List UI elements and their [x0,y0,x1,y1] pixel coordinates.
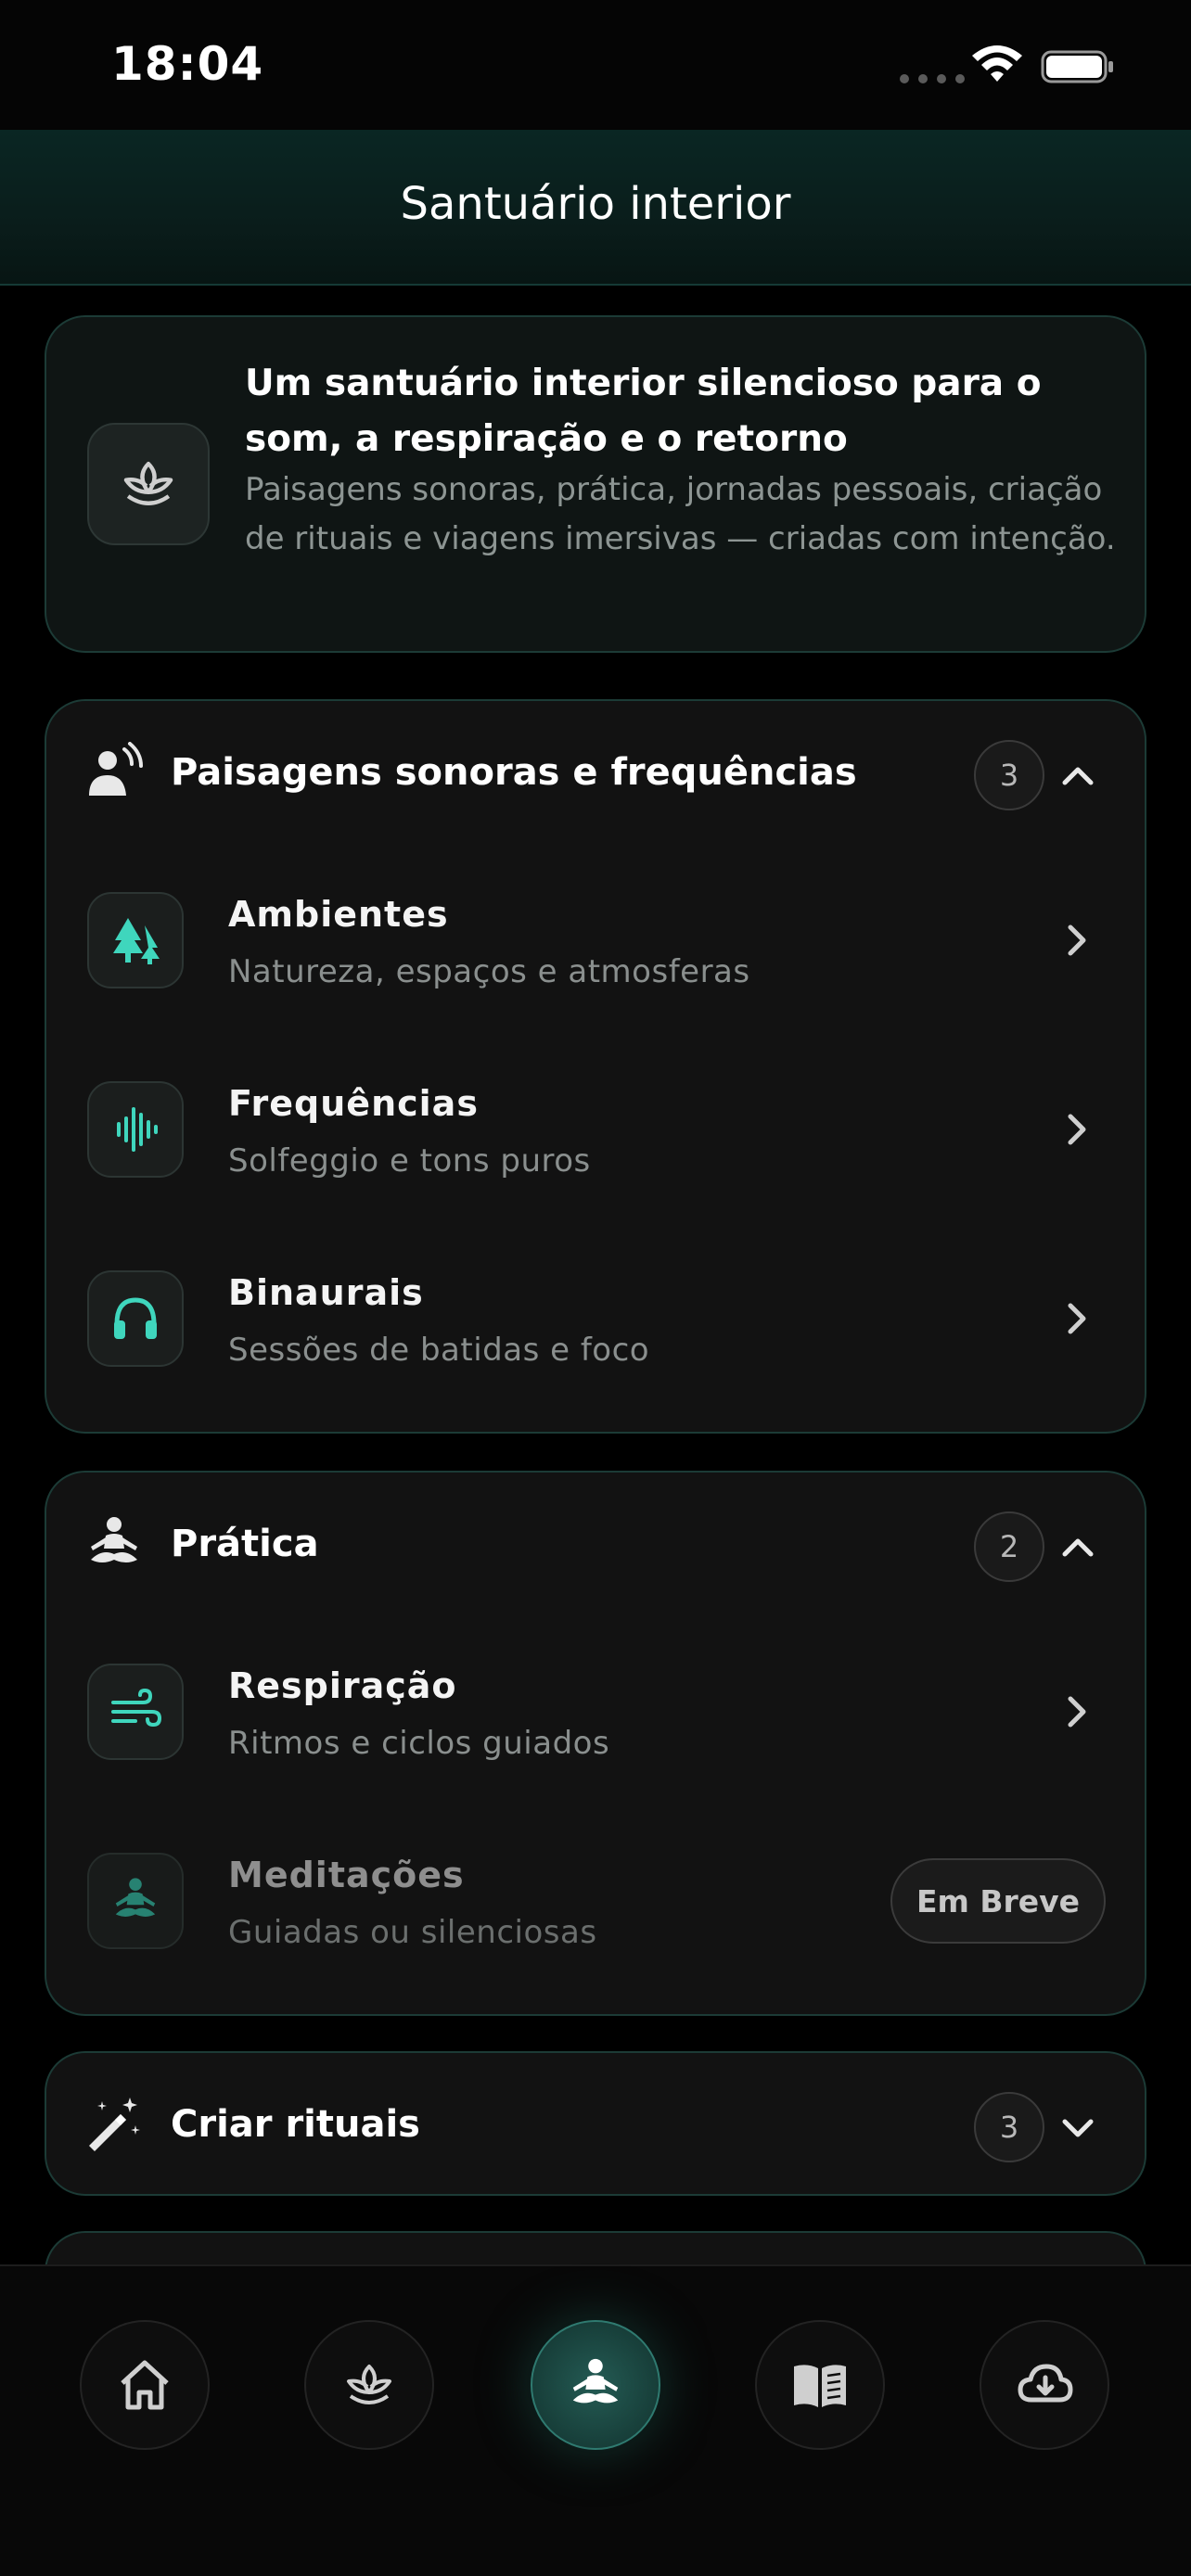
wifi-icon [972,45,1022,82]
meditation-icon [572,2358,619,2404]
trees-icon [87,892,184,988]
intro-title: Um santuário interior silencioso para o … [245,363,1042,460]
nav-practice-button[interactable] [531,2320,660,2450]
item-subtitle: Solfeggio e tons puros [228,1142,591,1180]
headphones-icon [87,1270,184,1367]
magic-wand-icon [89,2098,140,2151]
list-item-frequencias[interactable]: Frequências Solfeggio e tons puros [46,1035,1145,1224]
section-rituals[interactable]: Criar rituais 3 [45,2051,1146,2196]
section-header-soundscapes[interactable]: Paisagens sonoras e frequências 3 [46,701,1145,846]
section-practice: Prática 2 Respiração Ritmos e ciclos gui… [45,1471,1146,2016]
bottom-nav [0,2264,1191,2576]
app-header: Santuário interior [0,130,1191,286]
item-title: Respiração [228,1665,457,1706]
signal-icon [900,74,965,83]
count-badge: 3 [974,740,1044,810]
item-title: Meditações [228,1855,465,1895]
item-subtitle: Sessões de batidas e foco [228,1332,650,1369]
chevron-up-icon[interactable] [1057,755,1098,796]
section-title: Criar rituais [171,2103,420,2146]
item-subtitle: Ritmos e ciclos guiados [228,1725,610,1762]
section-header-practice[interactable]: Prática 2 [46,1473,1145,1617]
list-item-meditacoes: Meditações Guiadas ou silenciosas Em Bre… [46,1806,1145,1996]
item-subtitle: Natureza, espaços e atmosferas [228,953,750,990]
section-soundscapes: Paisagens sonoras e frequências 3 Ambien… [45,699,1146,1434]
battery-icon [1041,50,1113,83]
home-icon [121,2360,169,2410]
page-title: Santuário interior [400,178,791,230]
chevron-right-icon [1068,1303,1086,1334]
count-badge: 3 [974,2092,1044,2162]
waveform-icon [87,1081,184,1178]
chevron-right-icon [1068,925,1086,956]
section-title: Prática [171,1523,319,1565]
chevron-right-icon [1068,1696,1086,1728]
nav-library-button[interactable] [755,2320,885,2450]
chevron-right-icon [1068,1114,1086,1145]
nav-sanctuary-button[interactable] [304,2320,434,2450]
section-header-rituals[interactable]: Criar rituais 3 [46,2053,1145,2198]
nav-home-button[interactable] [80,2320,210,2450]
count-badge: 2 [974,1511,1044,1582]
section-title: Paisagens sonoras e frequências [171,751,857,794]
list-item-respiracao[interactable]: Respiração Ritmos e ciclos guiados [46,1617,1145,1806]
item-title: Ambientes [228,894,449,935]
meditation-icon [91,1517,137,1562]
status-time: 18:04 [111,37,264,91]
item-title: Frequências [228,1083,479,1124]
item-subtitle: Guiadas ou silenciosas [228,1914,597,1951]
chevron-down-icon[interactable] [1057,2107,1098,2148]
list-item-binaurais[interactable]: Binaurais Sessões de batidas e foco [46,1224,1145,1413]
intro-description: Paisagens sonoras, prática, jornadas pes… [245,471,1116,557]
wind-icon [87,1664,184,1760]
intro-card: Um santuário interior silencioso para o … [45,315,1146,653]
status-bar: 18:04 [0,0,1191,130]
nav-downloads-button[interactable] [980,2320,1109,2450]
chevron-up-icon[interactable] [1057,1526,1098,1567]
item-title: Binaurais [228,1272,424,1313]
book-icon [794,2365,846,2407]
person-sound-icon [89,742,143,796]
coming-soon-badge: Em Breve [890,1858,1106,1944]
lotus-icon [347,2365,391,2404]
meditation-icon [87,1853,184,1949]
list-item-ambientes[interactable]: Ambientes Natureza, espaços e atmosferas [46,846,1145,1035]
cloud-download-icon [1018,2364,1073,2403]
lotus-icon [87,423,210,545]
